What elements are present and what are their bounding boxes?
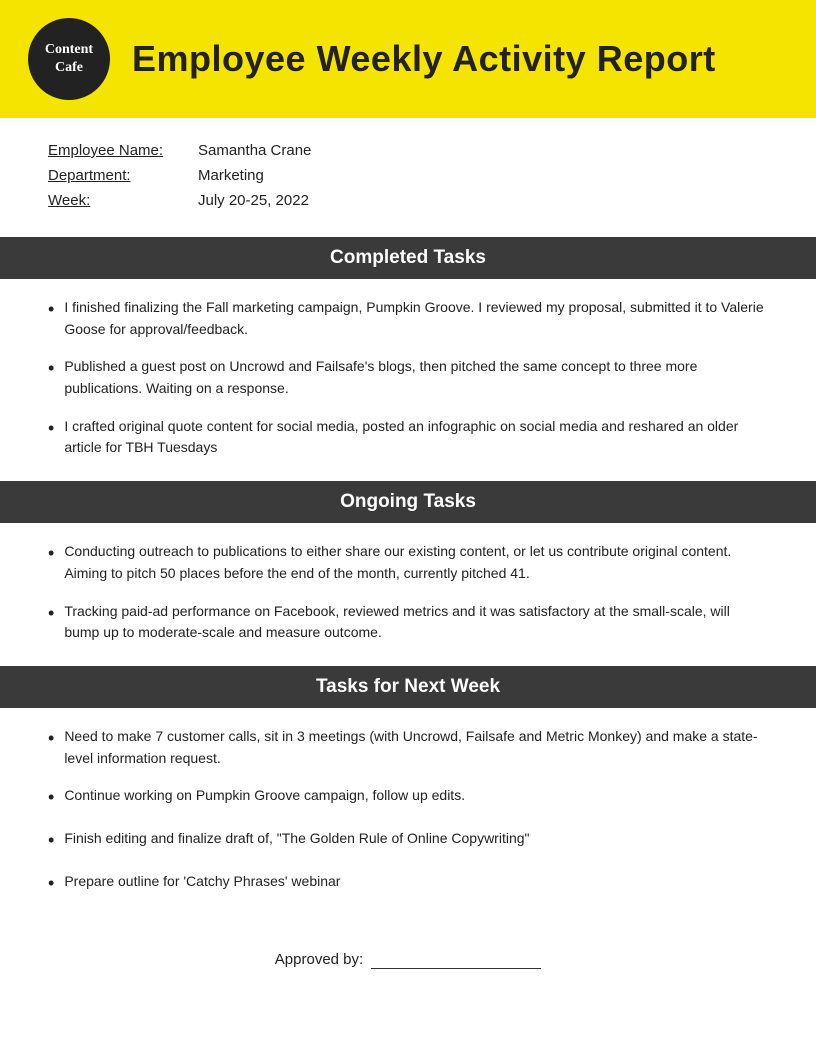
employee-name-label: Employee Name:: [48, 142, 198, 159]
approved-by-section: Approved by:: [0, 920, 816, 999]
employee-info: Employee Name: Samantha Crane Department…: [0, 118, 816, 237]
list-item: • Continue working on Pumpkin Groove cam…: [48, 785, 768, 812]
list-item: • Tracking paid-ad performance on Facebo…: [48, 601, 768, 644]
logo-text: ContentCafe: [45, 41, 93, 77]
week-label: Week:: [48, 192, 198, 209]
list-item: • Need to make 7 customer calls, sit in …: [48, 726, 768, 769]
task-text: I finished finalizing the Fall marketing…: [64, 297, 768, 340]
page-header: ContentCafe Employee Weekly Activity Rep…: [0, 0, 816, 118]
department-value: Marketing: [198, 167, 264, 184]
task-text: Published a guest post on Uncrowd and Fa…: [64, 356, 768, 399]
approved-label: Approved by:: [275, 951, 363, 968]
bullet-icon: •: [48, 415, 54, 443]
task-text: I crafted original quote content for soc…: [64, 416, 768, 459]
bullet-icon: •: [48, 784, 54, 812]
approved-signature-line: [371, 950, 541, 969]
list-item: • I finished finalizing the Fall marketi…: [48, 297, 768, 340]
ongoing-tasks-header: Ongoing Tasks: [0, 481, 816, 523]
week-row: Week: July 20-25, 2022: [48, 192, 768, 209]
report-title: Employee Weekly Activity Report: [132, 38, 716, 80]
completed-tasks-header: Completed Tasks: [0, 237, 816, 279]
task-text: Need to make 7 customer calls, sit in 3 …: [64, 726, 768, 769]
week-value: July 20-25, 2022: [198, 192, 309, 209]
list-item: • Finish editing and finalize draft of, …: [48, 828, 768, 855]
list-item: • Prepare outline for 'Catchy Phrases' w…: [48, 871, 768, 898]
department-row: Department: Marketing: [48, 167, 768, 184]
employee-name-row: Employee Name: Samantha Crane: [48, 142, 768, 159]
bullet-icon: •: [48, 827, 54, 855]
bullet-icon: •: [48, 355, 54, 383]
department-label: Department:: [48, 167, 198, 184]
employee-name-value: Samantha Crane: [198, 142, 311, 159]
task-text: Tracking paid-ad performance on Facebook…: [64, 601, 768, 644]
next-week-tasks-header: Tasks for Next Week: [0, 666, 816, 708]
next-week-tasks-list: • Need to make 7 customer calls, sit in …: [0, 708, 816, 920]
bullet-icon: •: [48, 870, 54, 898]
task-text: Continue working on Pumpkin Groove campa…: [64, 785, 465, 807]
bullet-icon: •: [48, 540, 54, 568]
task-text: Finish editing and finalize draft of, "T…: [64, 828, 529, 850]
bullet-icon: •: [48, 600, 54, 628]
list-item: • Conducting outreach to publications to…: [48, 541, 768, 584]
ongoing-tasks-list: • Conducting outreach to publications to…: [0, 523, 816, 666]
bullet-icon: •: [48, 725, 54, 753]
completed-tasks-list: • I finished finalizing the Fall marketi…: [0, 279, 816, 481]
task-text: Prepare outline for 'Catchy Phrases' web…: [64, 871, 340, 893]
logo: ContentCafe: [28, 18, 110, 100]
list-item: • Published a guest post on Uncrowd and …: [48, 356, 768, 399]
list-item: • I crafted original quote content for s…: [48, 416, 768, 459]
bullet-icon: •: [48, 296, 54, 324]
task-text: Conducting outreach to publications to e…: [64, 541, 768, 584]
